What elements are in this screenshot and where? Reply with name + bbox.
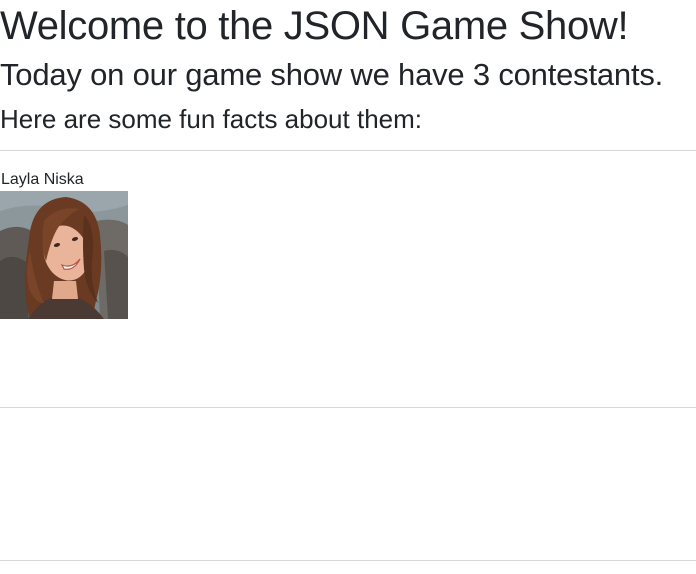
divider-bottom (0, 560, 696, 561)
page-title: Welcome to the JSON Game Show! (0, 4, 629, 48)
divider-middle (0, 407, 696, 408)
contestant-card: Layla Niska (0, 170, 128, 319)
fun-facts-heading: Here are some fun facts about them: (0, 104, 422, 134)
page-subtitle: Today on our game show we have 3 contest… (0, 57, 664, 92)
divider-top (0, 150, 696, 151)
contestant-name: Layla Niska (1, 171, 84, 188)
contestant-photo (0, 191, 128, 319)
game-show-page: Welcome to the JSON Game Show! Today on … (0, 0, 696, 574)
